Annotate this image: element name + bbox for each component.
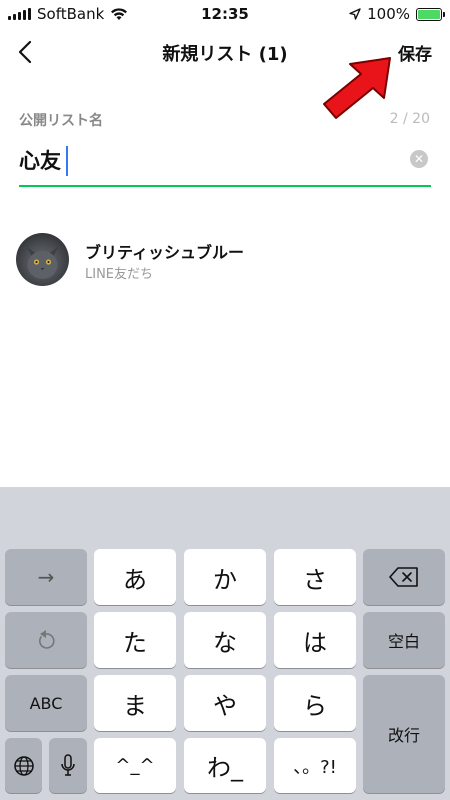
key-ma[interactable]: ま — [94, 675, 176, 731]
key-globe[interactable] — [5, 738, 42, 793]
key-abc[interactable]: ABC — [5, 675, 87, 731]
avatar — [16, 233, 69, 286]
annotation-arrow — [323, 57, 391, 119]
key-delete[interactable] — [363, 549, 445, 605]
microphone-icon — [61, 753, 75, 776]
key-emoticon[interactable]: ^_^ — [94, 738, 176, 793]
key-ta[interactable]: た — [94, 612, 176, 668]
friend-name: ブリティッシュブルー — [85, 243, 245, 262]
key-dictation[interactable] — [49, 738, 87, 793]
key-sa[interactable]: さ — [274, 549, 356, 605]
keyboard: → あ か さ た な は 空白 ABC ま や ら 改行 ^_^ わ_ 、。?… — [0, 487, 450, 800]
list-item-friend[interactable]: ブリティッシュブルー LINE友だち — [16, 233, 436, 287]
backspace-icon — [389, 567, 418, 587]
key-a[interactable]: あ — [94, 549, 176, 605]
save-button[interactable]: 保存 — [398, 40, 432, 65]
key-wa[interactable]: わ_ — [184, 738, 266, 793]
list-name-input[interactable] — [19, 140, 409, 180]
text-caret — [66, 146, 68, 176]
key-ya[interactable]: や — [184, 675, 266, 731]
key-space[interactable]: 空白 — [363, 612, 445, 668]
clear-icon[interactable]: ✕ — [410, 150, 428, 168]
location-icon — [349, 8, 361, 20]
key-ha[interactable]: は — [274, 612, 356, 668]
key-next[interactable]: → — [5, 549, 87, 605]
status-bar: SoftBank 12:35 100% — [0, 0, 450, 28]
key-return[interactable]: 改行 — [363, 675, 445, 793]
cat-photo-icon — [27, 247, 58, 279]
friend-subtitle: LINE友だち — [85, 267, 154, 282]
key-ka[interactable]: か — [184, 549, 266, 605]
key-na[interactable]: な — [184, 612, 266, 668]
globe-icon — [13, 755, 34, 776]
undo-icon — [38, 630, 55, 649]
list-name-label: 公開リスト名 — [19, 113, 103, 129]
char-counter: 2 / 20 — [389, 111, 430, 127]
key-punctuation[interactable]: 、。?! — [274, 738, 356, 793]
key-undo[interactable] — [5, 612, 87, 668]
battery-icon — [416, 7, 445, 21]
battery-percent: 100% — [367, 5, 410, 23]
input-underline — [19, 185, 431, 187]
key-ra[interactable]: ら — [274, 675, 356, 731]
